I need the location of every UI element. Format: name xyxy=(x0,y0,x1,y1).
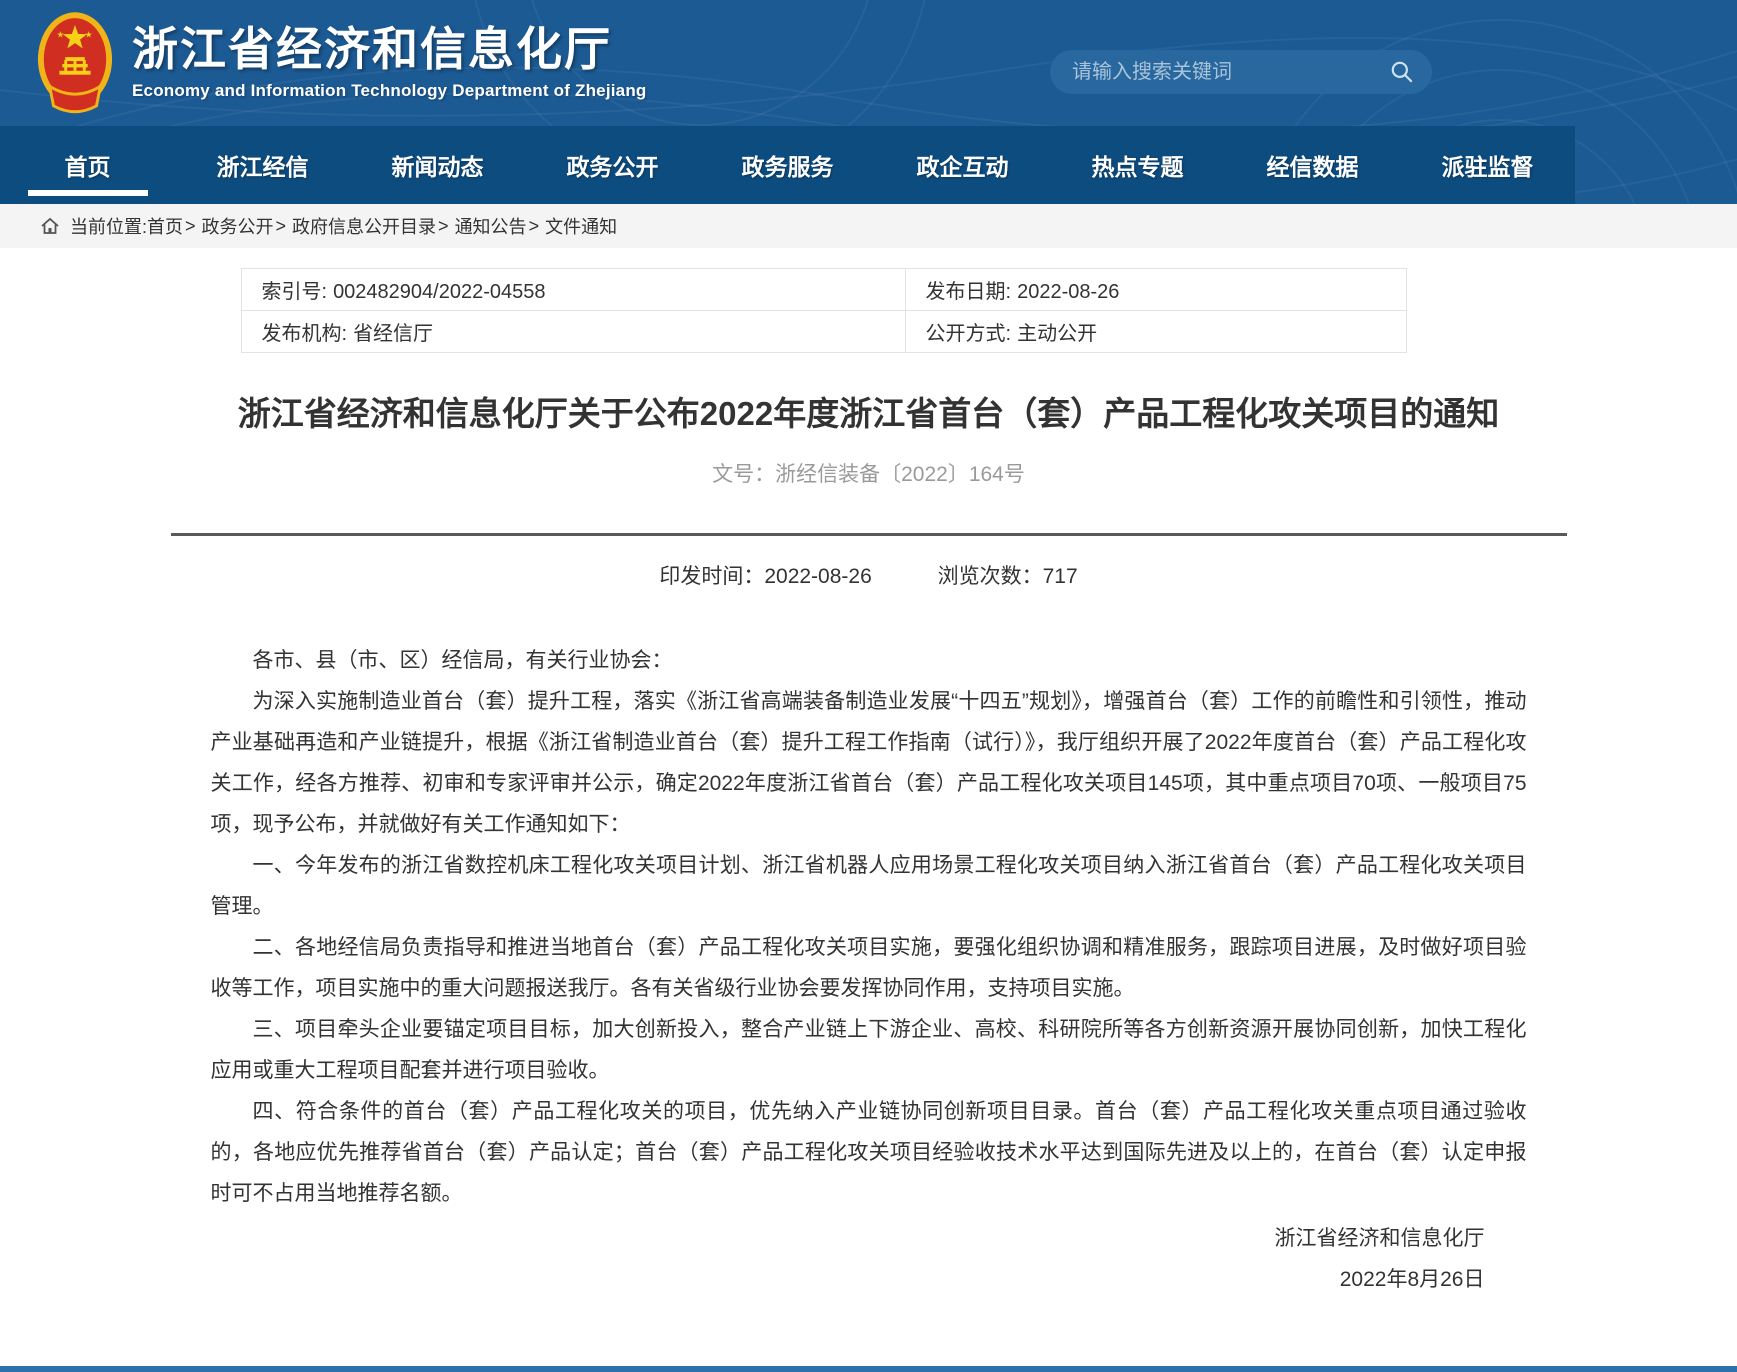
article-meta: 印发时间：2022-08-26 浏览次数：717 xyxy=(211,560,1527,590)
info-label: 公开方式: xyxy=(926,323,1012,345)
info-label: 发布机构: xyxy=(262,323,348,345)
info-value: 002482904/2022-04558 xyxy=(333,281,545,303)
site-banner: ★ ★ 浙江省经济和信息化厅 Economy and Information T… xyxy=(0,0,1737,204)
views-label: 浏览次数： xyxy=(938,565,1043,588)
info-cell-publisher: 发布机构:省经信厅 xyxy=(241,311,905,353)
nav-item-label: 政务服务 xyxy=(742,148,834,182)
title-divider xyxy=(171,533,1567,536)
print-date-value: 2022-08-26 xyxy=(764,565,871,588)
article-paragraph: 二、各地经信局负责指导和推进当地首台（套）产品工程化攻关项目实施，要强化组织协调… xyxy=(211,927,1527,1009)
signature-block: 浙江省经济和信息化厅 2022年8月26日 xyxy=(211,1218,1527,1300)
info-cell-publish-date: 发布日期:2022-08-26 xyxy=(905,269,1406,311)
info-label: 索引号: xyxy=(262,281,328,303)
doc-number-label: 文号： xyxy=(712,463,775,486)
table-row: 索引号:002482904/2022-04558 发布日期:2022-08-26 xyxy=(241,269,1406,311)
nav-active-indicator xyxy=(28,190,148,196)
breadcrumb-separator: > xyxy=(276,216,287,237)
article-paragraph: 各市、县（市、区）经信局，有关行业协会： xyxy=(211,640,1527,681)
info-label: 发布日期: xyxy=(926,281,1012,303)
info-value: 2022-08-26 xyxy=(1017,281,1119,303)
signature-date: 2022年8月26日 xyxy=(211,1259,1485,1300)
national-emblem-icon: ★ ★ xyxy=(36,10,114,116)
search-icon[interactable] xyxy=(1388,58,1416,86)
svg-text:★: ★ xyxy=(56,30,64,40)
breadcrumb-separator: > xyxy=(529,216,540,237)
nav-item-gov-enterprise[interactable]: 政企互动 xyxy=(875,126,1050,204)
info-value: 省经信厅 xyxy=(353,323,433,345)
views-value: 717 xyxy=(1043,565,1078,588)
search-box xyxy=(1050,50,1432,94)
signature-org: 浙江省经济和信息化厅 xyxy=(211,1218,1485,1259)
breadcrumb-item-info-catalog[interactable]: 政府信息公开目录 xyxy=(292,213,436,239)
nav-item-label: 热点专题 xyxy=(1092,148,1184,182)
breadcrumb-item-home[interactable]: 首页 xyxy=(147,213,183,239)
main-nav: 首页 浙江经信 新闻动态 政务公开 政务服务 政企互动 热点专题 经信数据 xyxy=(0,126,1575,204)
nav-item-label: 新闻动态 xyxy=(392,148,484,182)
nav-item-label: 浙江经信 xyxy=(217,148,309,182)
nav-item-hot-topics[interactable]: 热点专题 xyxy=(1050,126,1225,204)
nav-item-label: 政企互动 xyxy=(917,148,1009,182)
site-subtitle: Economy and Information Technology Depar… xyxy=(132,81,647,101)
article-container: 索引号:002482904/2022-04558 发布日期:2022-08-26… xyxy=(211,268,1527,1300)
nav-item-gov-services[interactable]: 政务服务 xyxy=(700,126,875,204)
search-input[interactable] xyxy=(1070,60,1388,85)
nav-item-label: 首页 xyxy=(65,148,111,182)
article-title: 浙江省经济和信息化厅关于公布2022年度浙江省首台（套）产品工程化攻关项目的通知 xyxy=(221,393,1517,436)
article-paragraph: 一、今年发布的浙江省数控机床工程化攻关项目计划、浙江省机器人应用场景工程化攻关项… xyxy=(211,845,1527,927)
table-row: 发布机构:省经信厅 公开方式:主动公开 xyxy=(241,311,1406,353)
info-value: 主动公开 xyxy=(1017,323,1097,345)
nav-item-home[interactable]: 首页 xyxy=(0,126,175,204)
article-body: 各市、县（市、区）经信局，有关行业协会： 为深入实施制造业首台（套）提升工程，落… xyxy=(211,640,1527,1214)
breadcrumb-separator: > xyxy=(185,216,196,237)
doc-info-table: 索引号:002482904/2022-04558 发布日期:2022-08-26… xyxy=(241,268,1407,353)
article-paragraph: 三、项目牵头企业要锚定项目目标，加大创新投入，整合产业链上下游企业、高校、科研院… xyxy=(211,1009,1527,1091)
article-paragraph: 为深入实施制造业首台（套）提升工程，落实《浙江省高端装备制造业发展“十四五”规划… xyxy=(211,681,1527,845)
nav-item-label: 政务公开 xyxy=(567,148,659,182)
article-paragraph: 四、符合条件的首台（套）产品工程化攻关的项目，优先纳入产业链协同创新项目目录。首… xyxy=(211,1091,1527,1214)
nav-item-label: 派驻监督 xyxy=(1442,148,1534,182)
print-date-label: 印发时间： xyxy=(659,565,764,588)
breadcrumb: 当前位置: 首页 > 政务公开 > 政府信息公开目录 > 通知公告 > 文件通知 xyxy=(0,204,1737,248)
nav-item-label: 经信数据 xyxy=(1267,148,1359,182)
home-icon xyxy=(40,216,60,236)
doc-number-value: 浙经信装备〔2022〕164号 xyxy=(775,463,1025,486)
footer-top-strip xyxy=(0,1366,1737,1372)
breadcrumb-item-gov-disclosure[interactable]: 政务公开 xyxy=(202,213,274,239)
breadcrumb-separator: > xyxy=(438,216,449,237)
doc-number: 文号：浙经信装备〔2022〕164号 xyxy=(211,458,1527,488)
breadcrumb-item-notices[interactable]: 通知公告 xyxy=(455,213,527,239)
site-title: 浙江省经济和信息化厅 xyxy=(132,25,647,73)
page: ★ ★ 浙江省经济和信息化厅 Economy and Information T… xyxy=(0,0,1737,1372)
nav-item-supervision[interactable]: 派驻监督 xyxy=(1400,126,1575,204)
nav-item-gov-disclosure[interactable]: 政务公开 xyxy=(525,126,700,204)
svg-text:★: ★ xyxy=(85,30,93,40)
breadcrumb-item-document-notice[interactable]: 文件通知 xyxy=(545,213,617,239)
nav-item-zhejiang-jingxin[interactable]: 浙江经信 xyxy=(175,126,350,204)
nav-item-jingxin-data[interactable]: 经信数据 xyxy=(1225,126,1400,204)
department-identity: 浙江省经济和信息化厅 Economy and Information Techn… xyxy=(132,25,647,100)
info-cell-disclosure-mode: 公开方式:主动公开 xyxy=(905,311,1406,353)
breadcrumb-prefix: 当前位置: xyxy=(70,213,147,239)
info-cell-index-number: 索引号:002482904/2022-04558 xyxy=(241,269,905,311)
site-header: ★ ★ 浙江省经济和信息化厅 Economy and Information T… xyxy=(0,0,1737,126)
nav-item-news[interactable]: 新闻动态 xyxy=(350,126,525,204)
